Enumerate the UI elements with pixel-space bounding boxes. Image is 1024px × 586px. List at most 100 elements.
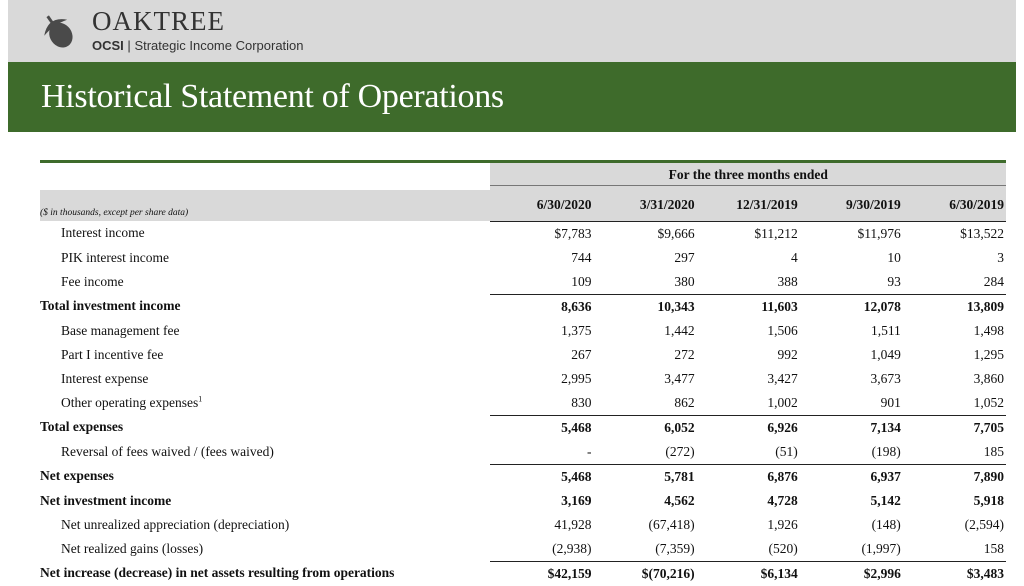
value-cell: 901 xyxy=(799,390,903,416)
row-label-text: Interest expense xyxy=(61,370,149,386)
value-cell: 272 xyxy=(674,346,695,362)
row-label-text: Net increase (decrease) in net assets re… xyxy=(40,565,395,581)
column-header: 9/30/2019 xyxy=(799,190,903,222)
value-cell: 1,506 xyxy=(767,322,798,338)
row-label: Part I incentive fee xyxy=(40,343,490,367)
value-cell: 830 xyxy=(490,390,594,416)
row-label: Net investment income xyxy=(40,489,490,513)
value-cell: 4,728 xyxy=(767,492,798,508)
header-row-span: For the three months ended xyxy=(40,163,1006,190)
value-cell: 267 xyxy=(571,346,592,362)
value-cell: 7,705 xyxy=(902,414,1006,440)
row-label-text: Other operating expenses xyxy=(61,394,199,410)
value-cell: 3,169 xyxy=(561,492,592,508)
value-cell: (2,594) xyxy=(964,516,1004,532)
value-cell: $3,483 xyxy=(902,560,1006,586)
value-cell: 6,937 xyxy=(799,463,903,489)
value-cell: 7,134 xyxy=(799,414,903,440)
value-cell: (2,938) xyxy=(490,536,594,562)
value-cell: 1,002 xyxy=(696,390,800,416)
value-cell: $6,134 xyxy=(696,560,800,586)
value-cell: 744 xyxy=(571,249,592,265)
value-cell: 5,142 xyxy=(870,492,901,508)
value-cell: 3,860 xyxy=(973,370,1004,386)
unit-note: ($ in thousands, except per share data) xyxy=(40,190,491,221)
statement-table-container: For the three months ended ($ in thousan… xyxy=(40,160,1006,586)
value-cell: 3,427 xyxy=(767,370,798,386)
row-label: Net realized gains (losses) xyxy=(40,537,490,562)
value-cell: 6,052 xyxy=(593,414,697,440)
value-cell: $11,212 xyxy=(754,225,798,241)
column-header: 6/30/2019 xyxy=(902,190,1006,222)
row-label: Net increase (decrease) in net assets re… xyxy=(40,561,490,586)
value-cell: 109 xyxy=(571,273,592,289)
value-cell: 284 xyxy=(983,273,1004,289)
row-label: Fee income xyxy=(40,270,490,295)
value-cell: 185 xyxy=(902,439,1006,465)
column-header: 6/30/2020 xyxy=(490,190,594,222)
table-row: PIK interest income 744 297 4 10 3 xyxy=(40,246,1006,270)
value-cell: 1,498 xyxy=(973,322,1004,338)
value-cell: 5,781 xyxy=(593,463,697,489)
brand-name: OAKTREE xyxy=(92,6,225,36)
footnote-marker: 1 xyxy=(198,394,203,404)
row-label: Reversal of fees waived / (fees waived) xyxy=(40,440,490,465)
value-cell: 41,928 xyxy=(554,516,592,532)
value-cell: 1,511 xyxy=(870,322,901,338)
value-cell: 5,918 xyxy=(973,492,1004,508)
value-cell: (520) xyxy=(696,536,800,562)
value-cell: 12,078 xyxy=(799,293,903,319)
table-row: Base management fee 1,375 1,442 1,506 1,511 1… xyxy=(40,319,1006,343)
value-cell: (51) xyxy=(696,439,800,465)
page-title: Historical Statement of Operations xyxy=(41,78,504,115)
row-label: Net unrealized appreciation (depreciatio… xyxy=(40,513,490,537)
value-cell: $42,159 xyxy=(490,560,594,586)
value-cell: 10 xyxy=(887,249,901,265)
value-cell: 8,636 xyxy=(490,293,594,319)
row-label-text: Net expenses xyxy=(40,468,114,484)
value-cell: 93 xyxy=(887,273,901,289)
row-label-text: Fee income xyxy=(61,273,124,289)
value-cell: 297 xyxy=(674,249,695,265)
value-cell: 11,603 xyxy=(696,293,800,319)
row-label: Interest expense xyxy=(40,367,490,391)
row-label: Total investment income xyxy=(40,294,490,319)
value-cell: $7,783 xyxy=(554,225,592,241)
statement-body: Interest income $7,783 $9,666 $11,212 $11,97… xyxy=(40,221,1006,586)
table-row: Interest expense 2,995 3,477 3,427 3,673 3,86… xyxy=(40,367,1006,391)
value-cell: 13,809 xyxy=(902,293,1006,319)
row-label: Total expenses xyxy=(40,415,490,440)
value-cell: 1,295 xyxy=(973,346,1004,362)
row-label: Interest income xyxy=(40,221,490,246)
value-cell: 6,876 xyxy=(696,463,800,489)
value-cell: $13,522 xyxy=(960,225,1004,241)
table-row: Part I incentive fee 267 272 992 1,049 1,295 xyxy=(40,343,1006,367)
row-label-text: Base management fee xyxy=(61,322,180,338)
value-cell: 7,890 xyxy=(902,463,1006,489)
span-header: For the three months ended xyxy=(490,163,1006,190)
row-label-text: Total expenses xyxy=(40,419,124,435)
row-label-text: Reversal of fees waived / (fees waived) xyxy=(61,443,274,459)
value-cell: 4 xyxy=(790,249,798,265)
value-cell: 4,562 xyxy=(664,492,695,508)
value-cell: 3 xyxy=(997,249,1004,265)
brand-separator: | xyxy=(127,38,131,53)
table-row: Reversal of fees waived / (fees waived) -… xyxy=(40,439,1006,465)
row-label: PIK interest income xyxy=(40,246,490,270)
row-label-text: Interest income xyxy=(61,225,145,241)
row-label-text: Part I incentive fee xyxy=(61,346,164,362)
table-row: Total investment income 8,636 10,343 11,603… xyxy=(40,293,1006,319)
value-cell: (148) xyxy=(871,516,901,532)
table-row: Net unrealized appreciation (depreciatio… xyxy=(40,513,1006,537)
value-cell: 1,442 xyxy=(664,322,695,338)
acorn-logo-icon xyxy=(44,15,73,48)
table-row: Other operating expenses1 830 862 1,002 901 1… xyxy=(40,390,1006,416)
value-cell: 862 xyxy=(593,390,697,416)
row-label: Other operating expenses1 xyxy=(40,391,490,416)
value-cell: $9,666 xyxy=(657,225,695,241)
value-cell: 2,995 xyxy=(561,370,592,386)
value-cell: 3,477 xyxy=(664,370,695,386)
value-cell: 1,049 xyxy=(870,346,901,362)
value-cell: (1,997) xyxy=(799,536,903,562)
value-cell: 6,926 xyxy=(696,414,800,440)
